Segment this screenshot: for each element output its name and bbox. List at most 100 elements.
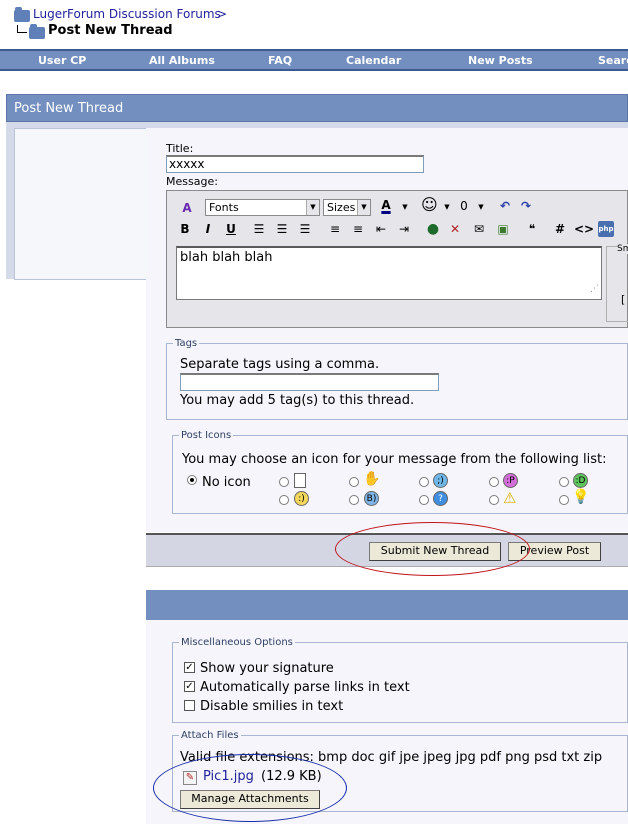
breadcrumb-separator: > [217, 7, 228, 21]
smilies-box-label: Sm [617, 244, 628, 254]
parse-links-checkbox[interactable]: ✓ [184, 681, 195, 692]
align-center-icon[interactable]: ☰ [274, 221, 290, 237]
italic-icon[interactable]: I [200, 221, 216, 237]
panel-header-title: Post New Thread [14, 101, 124, 116]
smile-radio[interactable] [279, 495, 289, 505]
smilies-box-bracket: [ [621, 293, 626, 306]
lightbulb-icon: 💡 [572, 489, 590, 505]
chevron-down-icon: ▼ [306, 200, 319, 215]
post-icons-legend: Post Icons [181, 430, 232, 441]
no-icon-label: No icon [202, 475, 251, 490]
tongue-radio[interactable] [489, 477, 499, 487]
message-textarea[interactable]: blah blah blah [176, 246, 602, 300]
cool-radio[interactable] [349, 495, 359, 505]
outdent-icon[interactable]: ⇤ [373, 221, 389, 237]
code-icon[interactable]: <> [574, 221, 594, 237]
fonts-select[interactable]: Fonts ▼ [205, 199, 320, 216]
chevron-down-icon[interactable]: ▼ [397, 199, 413, 215]
underline-icon[interactable]: U [223, 221, 239, 237]
post-icons-hint: You may choose an icon for your message … [182, 452, 607, 467]
cool-icon: B) [364, 491, 379, 506]
bold-icon[interactable]: B [177, 221, 193, 237]
title-input[interactable]: xxxxx [166, 155, 424, 173]
misc-options-legend: Miscellaneous Options [181, 637, 293, 648]
post-icon-radio[interactable] [279, 477, 289, 487]
insert-image-icon[interactable]: ▣ [495, 221, 511, 237]
attachment-icon[interactable]: 0 [456, 198, 472, 214]
font-color-icon[interactable]: A [378, 197, 394, 213]
hash-icon[interactable]: # [552, 221, 568, 237]
nav-search[interactable]: Search [598, 54, 628, 67]
align-left-icon[interactable]: ☰ [251, 221, 267, 237]
folder-icon [14, 7, 30, 22]
tags-limit: You may add 5 tag(s) to this thread. [180, 393, 415, 408]
open-folder-icon [29, 24, 45, 39]
smilie-icon[interactable]: ☺ [421, 197, 438, 213]
attach-files-legend: Attach Files [181, 730, 239, 741]
php-icon[interactable]: php [598, 221, 614, 237]
grin-icon: :D [573, 473, 588, 488]
exclamation-radio[interactable] [489, 495, 499, 505]
smile-icon: :) [294, 491, 309, 506]
tags-hint: Separate tags using a comma. [180, 357, 380, 372]
resize-grip-icon[interactable]: ⋰ [590, 284, 599, 294]
align-right-icon[interactable]: ☰ [297, 221, 313, 237]
nav-new-posts[interactable]: New Posts [468, 54, 533, 67]
sizes-select[interactable]: Sizes ▼ [323, 199, 371, 216]
tags-legend: Tags [175, 338, 198, 349]
show-signature-checkbox[interactable]: ✓ [184, 662, 195, 673]
chevron-down-icon[interactable]: ▼ [473, 199, 489, 215]
nav-faq[interactable]: FAQ [268, 54, 292, 67]
remove-format-icon[interactable]: A [179, 200, 195, 216]
disable-smilies-checkbox[interactable] [184, 700, 195, 711]
attachment-size: (12.9 KB) [261, 769, 322, 784]
thumbs-down-icon: ✋ [363, 471, 381, 487]
breadcrumb-root-link[interactable]: LugerForum Discussion Forums [33, 7, 221, 21]
fonts-select-value: Fonts [209, 201, 239, 214]
sizes-select-value: Sizes [327, 201, 356, 214]
panel-left-column [14, 128, 164, 280]
smilies-box: Sm [ [606, 244, 628, 322]
message-label: Message: [166, 175, 218, 188]
tongue-icon: :P [503, 473, 518, 488]
indent-icon[interactable]: ⇥ [396, 221, 412, 237]
page-title: Post New Thread [48, 23, 173, 38]
valid-extensions: Valid file extensions: bmp doc gif jpe j… [180, 750, 603, 765]
breadcrumb: LugerForum Discussion Forums > Post New … [0, 0, 628, 46]
wink-icon: ;) [433, 473, 448, 488]
tags-input[interactable] [180, 373, 439, 391]
show-signature-label: Show your signature [200, 661, 334, 676]
nav-all-albums[interactable]: All Albums [149, 54, 215, 67]
attachment-filename[interactable]: Pic1.jpg [203, 769, 254, 784]
disable-smilies-label: Disable smilies in text [200, 699, 344, 714]
thumbs-down-radio[interactable] [349, 477, 359, 487]
undo-icon[interactable]: ↶ [497, 198, 513, 214]
wink-radio[interactable] [419, 477, 429, 487]
preview-post-button[interactable]: Preview Post [508, 542, 601, 561]
image-file-icon: ✎ [183, 771, 197, 785]
redo-icon[interactable]: ↷ [518, 198, 534, 214]
nav-calendar[interactable]: Calendar [346, 54, 401, 67]
panel-header: Post New Thread [6, 94, 628, 122]
title-label: Title: [166, 142, 194, 155]
no-icon-radio[interactable] [187, 475, 197, 485]
quote-icon[interactable]: ❝ [524, 221, 540, 237]
grin-radio[interactable] [559, 477, 569, 487]
question-icon: ? [433, 491, 448, 506]
lightbulb-radio[interactable] [559, 495, 569, 505]
unlink-icon[interactable]: ✕ [447, 221, 463, 237]
ordered-list-icon[interactable]: ≡ [327, 221, 343, 237]
chevron-down-icon[interactable]: ▼ [439, 199, 455, 215]
parse-links-label: Automatically parse links in text [200, 680, 410, 695]
email-link-icon[interactable]: ✉ [471, 221, 487, 237]
blank-area [0, 280, 146, 824]
exclamation-icon: ⚠ [503, 489, 517, 507]
link-icon[interactable]: ● [425, 221, 441, 237]
question-radio[interactable] [419, 495, 429, 505]
section-header-bar [146, 590, 628, 620]
nav-user-cp[interactable]: User CP [38, 54, 86, 67]
navbar: User CP All Albums FAQ Calendar New Post… [0, 49, 628, 71]
submit-new-thread-button[interactable]: Submit New Thread [369, 542, 501, 561]
unordered-list-icon[interactable]: ≡ [350, 221, 366, 237]
manage-attachments-button[interactable]: Manage Attachments [180, 790, 320, 809]
